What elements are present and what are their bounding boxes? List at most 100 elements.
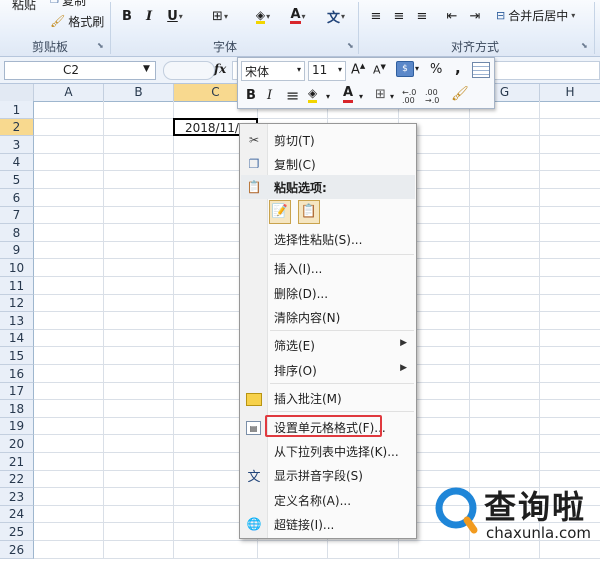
row-header-17[interactable]: 17: [0, 383, 34, 400]
format-painter-button[interactable]: 🖌 格式刷: [50, 13, 104, 29]
row-header-4[interactable]: 4: [0, 154, 34, 171]
row-header-16[interactable]: 16: [0, 365, 34, 383]
row-header-21[interactable]: 21: [0, 453, 34, 471]
phonetic-button[interactable]: 文 ▾: [322, 7, 350, 26]
menu-item-insert-comment[interactable]: 插入批注(M): [241, 386, 415, 410]
copy-button[interactable]: ❐ 复制: [50, 0, 86, 8]
format-cells-icon: ▤: [246, 421, 261, 435]
borders-button[interactable]: ⊞ ▾: [205, 7, 235, 25]
cell-c2-value: 2018/11/: [185, 121, 239, 135]
align-right-button[interactable]: ≡: [413, 7, 431, 25]
scissors-icon: ✂: [248, 133, 260, 147]
row-header-9[interactable]: 9: [0, 242, 34, 259]
mini-borders-icon[interactable]: ⊞: [375, 87, 386, 102]
mini-fill-color-button[interactable]: ◈: [308, 87, 318, 103]
mini-align-center-icon[interactable]: ≡: [286, 86, 299, 105]
align-launcher-icon[interactable]: ⬊: [581, 41, 588, 50]
select-all-corner[interactable]: [0, 84, 34, 101]
mini-bold-button[interactable]: B: [246, 88, 256, 103]
menu-item-filter[interactable]: 筛选(E) ▶: [241, 333, 415, 357]
align-group-label: 对齐方式: [450, 40, 499, 54]
align-center-button[interactable]: ≡: [390, 7, 408, 25]
row-header-14[interactable]: 14: [0, 330, 34, 347]
menu-item-paste-special[interactable]: 选择性粘贴(S)...: [241, 227, 415, 251]
phonetic-icon: 文: [326, 10, 340, 26]
row-header-23[interactable]: 23: [0, 488, 34, 506]
menu-item-insert[interactable]: 插入(I)...: [241, 256, 415, 280]
submenu-arrow-icon: ▶: [400, 338, 407, 348]
insert-function-icon[interactable]: fx: [214, 62, 226, 76]
mini-format-painter-icon[interactable]: 🖌: [451, 86, 469, 102]
fill-bucket-icon: ◈: [255, 7, 266, 24]
menu-item-hyperlink[interactable]: 🌐 超链接(I)...: [241, 512, 415, 536]
column-header-b[interactable]: B: [104, 84, 174, 101]
row-header-8[interactable]: 8: [0, 224, 34, 242]
decrease-decimal-button[interactable]: .00 →.0: [425, 89, 439, 105]
mini-font-size[interactable]: 11 ▾: [308, 61, 346, 81]
comma-button[interactable]: ,: [455, 59, 461, 77]
paste-button[interactable]: 粘贴: [6, 0, 42, 28]
increase-decimal-button[interactable]: ←.0.00: [402, 89, 416, 105]
name-box[interactable]: C2 ▼: [4, 61, 156, 80]
formula-resize-handle[interactable]: [163, 61, 215, 80]
merge-center-button[interactable]: ⊟ 合并后居中 ▾: [496, 6, 575, 24]
format-table-icon[interactable]: [472, 62, 490, 78]
format-cells-highlight: [265, 415, 382, 437]
row-header-25[interactable]: 25: [0, 523, 34, 541]
row-header-26[interactable]: 26: [0, 541, 34, 559]
clipboard-launcher-icon[interactable]: ⬊: [97, 41, 104, 50]
row-header-12[interactable]: 12: [0, 295, 34, 312]
shrink-font-button[interactable]: A▼: [373, 63, 386, 77]
row-header-3[interactable]: 3: [0, 136, 34, 154]
row-header-10[interactable]: 10: [0, 259, 34, 277]
menu-item-delete[interactable]: 删除(D)...: [241, 281, 415, 305]
menu-item-pick-from-list[interactable]: 从下拉列表中选择(K)...: [241, 439, 415, 463]
decrease-indent-button[interactable]: ⇤: [443, 7, 461, 25]
row-header-20[interactable]: 20: [0, 435, 34, 453]
menu-item-phonetic[interactable]: 文 显示拼音字段(S): [241, 463, 415, 487]
column-header-h[interactable]: H: [540, 84, 600, 101]
name-box-dropdown-icon[interactable]: ▼: [143, 64, 150, 74]
percent-button[interactable]: %: [430, 62, 442, 77]
menu-item-cut[interactable]: ✂ 剪切(T): [241, 128, 415, 152]
menu-item-define-name[interactable]: 定义名称(A)...: [241, 488, 415, 512]
row-header-19[interactable]: 19: [0, 418, 34, 435]
phonetic-icon: 文: [247, 469, 261, 485]
paste-option-keep-format-icon[interactable]: 📝: [269, 200, 291, 224]
bold-button[interactable]: B: [118, 7, 136, 25]
copy-label: 复制: [61, 0, 86, 8]
mini-font-name-value: 宋体: [245, 65, 270, 79]
row-header-2[interactable]: 2: [0, 119, 34, 136]
menu-item-sort[interactable]: 排序(O) ▶: [241, 358, 415, 382]
font-color-button[interactable]: A ▾: [284, 7, 312, 25]
fill-color-button[interactable]: ◈ ▾: [248, 7, 278, 25]
font-group-label: 字体: [212, 40, 237, 54]
currency-icon[interactable]: $: [396, 61, 414, 77]
row-header-24[interactable]: 24: [0, 506, 34, 523]
row-header-6[interactable]: 6: [0, 189, 34, 207]
grow-font-button[interactable]: A▲: [351, 62, 365, 77]
watermark-text: 查询啦: [484, 488, 587, 526]
merge-icon: ⊟: [496, 8, 506, 22]
font-launcher-icon[interactable]: ⬊: [347, 41, 354, 50]
mini-italic-button[interactable]: I: [267, 88, 272, 103]
increase-indent-button[interactable]: ⇥: [466, 7, 484, 25]
mini-font-name[interactable]: 宋体 ▾: [241, 61, 305, 81]
row-header-13[interactable]: 13: [0, 312, 34, 330]
row-header-22[interactable]: 22: [0, 471, 34, 488]
mini-font-color-button[interactable]: A: [343, 86, 354, 103]
row-header-15[interactable]: 15: [0, 347, 34, 365]
row-header-11[interactable]: 11: [0, 277, 34, 295]
row-header-1[interactable]: 1: [0, 101, 34, 119]
row-header-18[interactable]: 18: [0, 400, 34, 418]
menu-item-copy[interactable]: ❐ 复制(C): [241, 152, 415, 176]
italic-button[interactable]: I: [140, 7, 158, 25]
menu-item-clear[interactable]: 清除内容(N): [241, 305, 415, 329]
align-left-button[interactable]: ≡: [367, 7, 385, 25]
row-header-7[interactable]: 7: [0, 207, 34, 224]
column-header-a[interactable]: A: [34, 84, 104, 101]
underline-button[interactable]: U ▾: [162, 7, 188, 25]
borders-icon: ⊞: [212, 8, 223, 24]
paste-option-values-icon[interactable]: 📋: [298, 200, 320, 224]
row-header-5[interactable]: 5: [0, 171, 34, 189]
